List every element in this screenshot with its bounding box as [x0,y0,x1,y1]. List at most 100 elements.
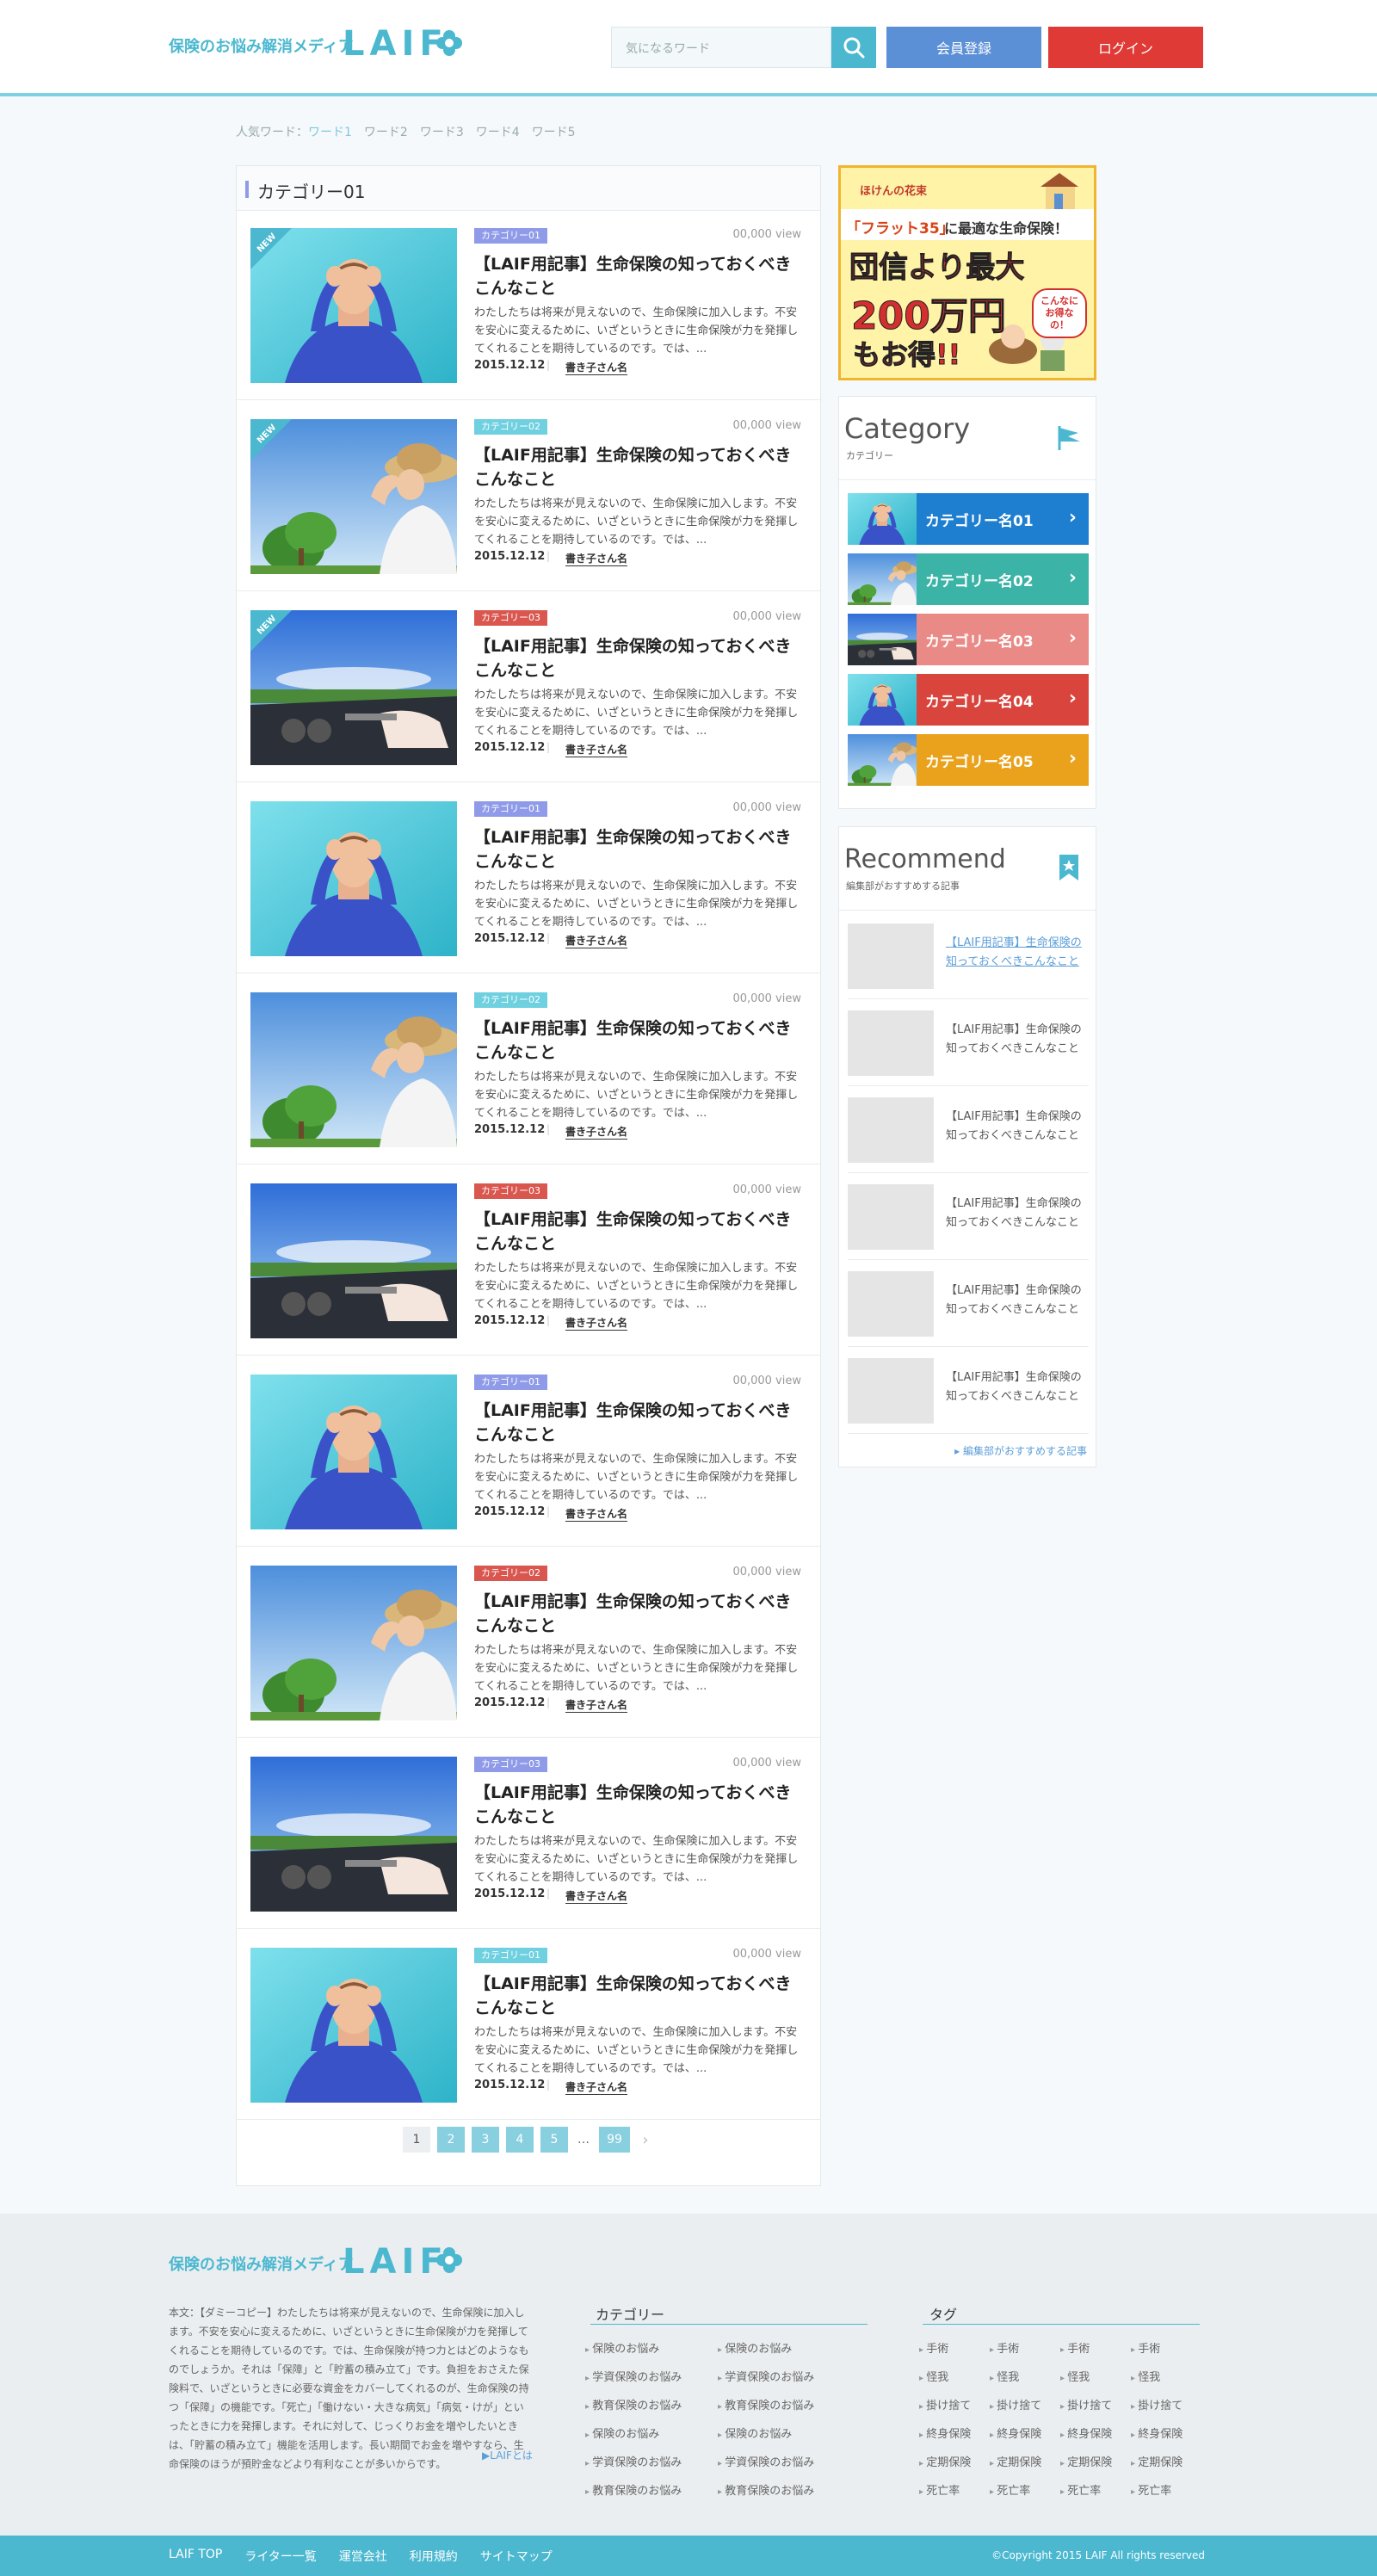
popular-word-link[interactable]: ワード4 [476,123,520,140]
bottom-nav-link[interactable]: LAIF TOP [169,2548,222,2565]
article-author-link[interactable]: 書き子さん名 [565,1697,628,1713]
footer-tag-link[interactable]: 手術 [1060,2339,1090,2356]
recommend-item[interactable]: 【LAIF用記事】生命保険の知っておくべきこんなこと [848,913,1089,999]
footer-tag-link[interactable]: 死亡率 [990,2481,1030,2498]
article-author-link[interactable]: 書き子さん名 [565,1124,628,1140]
article-title[interactable]: 【LAIF用記事】生命保険の知っておくべきこんなこと [474,1208,801,1256]
category-tag[interactable]: カテゴリー02 [474,1566,547,1581]
article-card[interactable]: NEW カテゴリー03 00,000 view 【LAIF用記事】生命保険の知っておく… [237,593,820,782]
article-card[interactable]: カテゴリー03 00,000 view 【LAIF用記事】生命保険の知っておくべきこ… [237,1166,820,1356]
article-thumbnail[interactable] [250,1183,457,1338]
article-thumbnail[interactable]: NEW [250,228,457,383]
footer-category-link[interactable]: 教育保険のお悩み [585,2396,682,2412]
article-thumbnail[interactable] [250,1374,457,1529]
category-tag[interactable]: カテゴリー01 [474,1948,547,1963]
footer-tag-link[interactable]: 定期保険 [1131,2453,1182,2469]
login-button[interactable]: ログイン [1048,27,1203,68]
footer-tag-link[interactable]: 掛け捨て [1131,2396,1182,2412]
category-link[interactable]: カテゴリー名01 › [848,493,1089,545]
article-thumbnail[interactable] [250,1948,457,2103]
about-laif-link[interactable]: ▶LAIFとは [482,2448,533,2462]
recommend-title[interactable]: 【LAIF用記事】生命保険の知っておくべきこんなこと [946,1108,1087,1146]
bottom-nav-link[interactable]: 運営会社 [339,2548,387,2565]
footer-category-link[interactable]: 教育保険のお悩み [585,2481,682,2498]
footer-category-link[interactable]: 教育保険のお悩み [718,2396,814,2412]
article-title[interactable]: 【LAIF用記事】生命保険の知っておくべきこんなこと [474,1016,801,1065]
search-button[interactable] [831,27,876,68]
article-card[interactable]: NEW カテゴリー02 00,000 view 【LAIF用記事】生命保険の知っておく… [237,402,820,591]
article-card[interactable]: NEW カテゴリー01 00,000 view 【LAIF用記事】生命保険の知っておく… [237,211,820,400]
footer-tag-link[interactable]: 死亡率 [919,2481,960,2498]
footer-category-link[interactable]: 保険のお悩み [585,2425,659,2441]
footer-tag-link[interactable]: 定期保険 [1060,2453,1112,2469]
article-thumbnail[interactable]: NEW [250,419,457,574]
category-label-box[interactable]: カテゴリー名04 › [917,674,1089,726]
recommend-title[interactable]: 【LAIF用記事】生命保険の知っておくべきこんなこと [946,1021,1087,1059]
category-label-box[interactable]: カテゴリー名01 › [917,493,1089,545]
recommend-thumbnail[interactable] [848,1184,934,1250]
footer-logo-wordmark[interactable]: LAIF [343,2242,448,2282]
recommend-item[interactable]: 【LAIF用記事】生命保険の知っておくべきこんなこと [848,1348,1089,1434]
article-author-link[interactable]: 書き子さん名 [565,933,628,948]
article-card[interactable]: カテゴリー01 00,000 view 【LAIF用記事】生命保険の知っておくべきこ… [237,1930,820,2120]
recommend-item[interactable]: 【LAIF用記事】生命保険の知っておくべきこんなこと [848,1261,1089,1347]
article-thumbnail[interactable] [250,1757,457,1912]
footer-tag-link[interactable]: 掛け捨て [1060,2396,1112,2412]
footer-category-link[interactable]: 保険のお悩み [718,2339,792,2356]
category-label-box[interactable]: カテゴリー名05 › [917,734,1089,786]
article-author-link[interactable]: 書き子さん名 [565,742,628,757]
category-tag[interactable]: カテゴリー03 [474,1757,547,1772]
article-title[interactable]: 【LAIF用記事】生命保険の知っておくべきこんなこと [474,443,801,491]
article-thumbnail[interactable] [250,1566,457,1720]
footer-category-link[interactable]: 教育保険のお悩み [718,2481,814,2498]
bottom-nav-link[interactable]: サイトマップ [480,2548,553,2565]
recommend-more-link[interactable]: ▸ 編集部がおすすめする記事 [954,1443,1087,1458]
recommend-item[interactable]: 【LAIF用記事】生命保険の知っておくべきこんなこと [848,1087,1089,1173]
footer-logo-tagline[interactable]: 保険のお悩み解消メディア [169,2252,354,2275]
page-button[interactable]: 4 [506,2127,534,2153]
category-tag[interactable]: カテゴリー02 [474,992,547,1008]
category-link[interactable]: カテゴリー名02 › [848,553,1089,605]
article-title[interactable]: 【LAIF用記事】生命保険の知っておくべきこんなこと [474,1972,801,2020]
page-button[interactable]: 2 [437,2127,465,2153]
footer-tag-link[interactable]: 掛け捨て [990,2396,1041,2412]
category-tag[interactable]: カテゴリー01 [474,228,547,244]
footer-tag-link[interactable]: 怪我 [1060,2368,1090,2384]
article-author-link[interactable]: 書き子さん名 [565,2079,628,2095]
footer-tag-link[interactable]: 終身保険 [919,2425,971,2441]
popular-word-link[interactable]: ワード5 [532,123,576,140]
category-label-box[interactable]: カテゴリー名03 › [917,614,1089,665]
article-title[interactable]: 【LAIF用記事】生命保険の知っておくべきこんなこと [474,1781,801,1829]
footer-tag-link[interactable]: 手術 [1131,2339,1160,2356]
recommend-thumbnail[interactable] [848,1097,934,1163]
footer-tag-link[interactable]: 終身保険 [1060,2425,1112,2441]
footer-tag-link[interactable]: 怪我 [919,2368,948,2384]
recommend-thumbnail[interactable] [848,1010,934,1076]
article-author-link[interactable]: 書き子さん名 [565,551,628,566]
article-thumbnail[interactable] [250,801,457,956]
footer-tag-link[interactable]: 終身保険 [1131,2425,1182,2441]
category-link[interactable]: カテゴリー名03 › [848,614,1089,665]
next-page-icon[interactable]: › [637,2131,654,2149]
bottom-nav-link[interactable]: 利用規約 [410,2548,458,2565]
footer-category-link[interactable]: 学資保険のお悩み [585,2368,682,2384]
recommend-title[interactable]: 【LAIF用記事】生命保険の知っておくべきこんなこと [946,1195,1087,1232]
category-label-box[interactable]: カテゴリー名02 › [917,553,1089,605]
article-title[interactable]: 【LAIF用記事】生命保険の知っておくべきこんなこと [474,1590,801,1638]
recommend-thumbnail[interactable] [848,924,934,989]
recommend-thumbnail[interactable] [848,1358,934,1424]
category-tag[interactable]: カテゴリー01 [474,801,547,817]
category-link[interactable]: カテゴリー名04 › [848,674,1089,726]
article-title[interactable]: 【LAIF用記事】生命保険の知っておくべきこんなこと [474,252,801,300]
logo-tagline[interactable]: 保険のお悩み解消メディア [169,34,354,57]
footer-tag-link[interactable]: 死亡率 [1060,2481,1101,2498]
popular-word-link[interactable]: ワード1 [308,123,352,140]
footer-tag-link[interactable]: 死亡率 [1131,2481,1171,2498]
recommend-title[interactable]: 【LAIF用記事】生命保険の知っておくべきこんなこと [946,934,1087,972]
recommend-thumbnail[interactable] [848,1271,934,1337]
page-button[interactable]: 5 [540,2127,568,2153]
article-card[interactable]: カテゴリー01 00,000 view 【LAIF用記事】生命保険の知っておくべきこ… [237,784,820,973]
recommend-title[interactable]: 【LAIF用記事】生命保険の知っておくべきこんなこと [946,1282,1087,1319]
footer-category-link[interactable]: 学資保険のお悩み [718,2453,814,2469]
article-title[interactable]: 【LAIF用記事】生命保険の知っておくべきこんなこと [474,825,801,874]
